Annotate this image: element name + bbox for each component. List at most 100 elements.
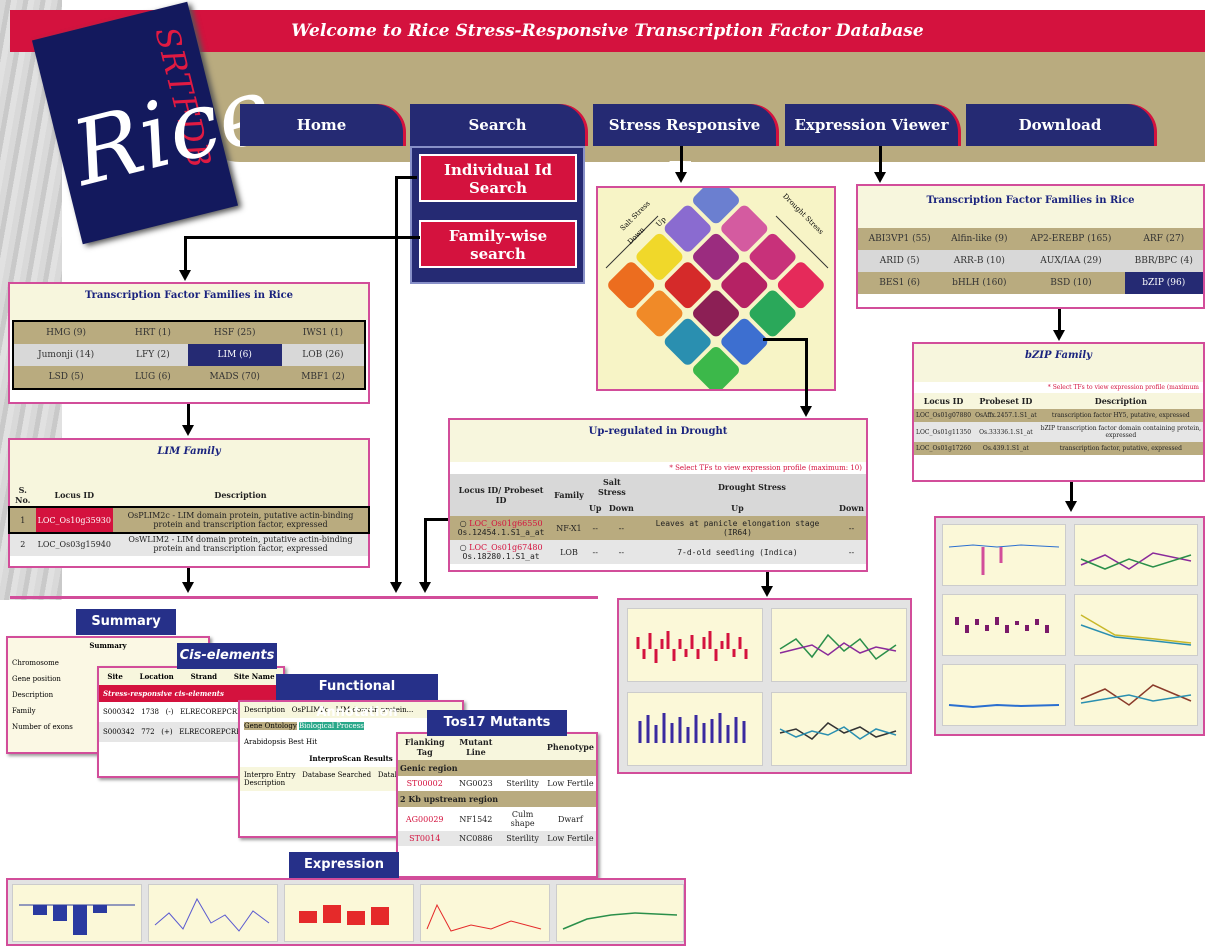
table-row[interactable]: LOC_Os01g07880 OsAffx.2457.1.S1_at transcr…	[914, 409, 1203, 422]
family-link[interactable]: ARR-B (10)	[941, 250, 1018, 272]
family-link[interactable]: BBR/BPC (4)	[1124, 250, 1203, 272]
table-row[interactable]: AG00029 NF1542 Culm shape Dwarf	[398, 807, 596, 831]
arrow-icon	[179, 270, 191, 281]
nav-stress-tfs[interactable]: Stress Responsive TFs	[593, 104, 776, 176]
bzip-title: bZIP Family	[914, 344, 1203, 382]
family-row: Jumonji (14) LFY (2) LIM (6) LOB (26)	[14, 344, 364, 366]
locus-link[interactable]: LOC_Os01g66550	[469, 519, 542, 528]
connector-line	[184, 236, 420, 239]
connector-line	[763, 338, 807, 341]
family-link[interactable]: AP2-EREBP (165)	[1017, 228, 1125, 250]
table-row[interactable]: 2 LOC_Os03g15940 OsWLIM2 - LIM domain pr…	[10, 532, 368, 556]
family-link[interactable]: bHLH (160)	[941, 272, 1018, 294]
tab-tos17-mutants[interactable]: Tos17 Mutants	[427, 710, 567, 736]
family-link[interactable]: LUG (6)	[118, 366, 188, 388]
mini-chart	[1074, 664, 1198, 726]
mini-chart	[771, 608, 907, 682]
expression-strip	[6, 878, 686, 946]
mini-chart	[942, 664, 1066, 726]
arrow-icon	[800, 406, 812, 417]
family-link[interactable]: Jumonji (14)	[14, 344, 119, 366]
connector-line	[395, 176, 398, 582]
lim-family-title: LIM Family	[10, 440, 368, 482]
nav-expression-viewer[interactable]: Expression Viewer	[785, 104, 958, 146]
family-link[interactable]: bZIP (96)	[1124, 272, 1203, 294]
family-link[interactable]: MBF1 (2)	[281, 366, 364, 388]
drought-title: Up-regulated in Drought	[450, 420, 866, 462]
table-row[interactable]: LOC_Os01g17260 Os.439.1.S1_at transcriptio…	[914, 442, 1203, 455]
family-link[interactable]: Alfin-like (9)	[941, 228, 1018, 250]
divider	[10, 596, 598, 599]
family-link[interactable]: AUX/IAA (29)	[1017, 250, 1125, 272]
connector-line	[1070, 482, 1073, 502]
table-row[interactable]: 1 LOC_Os10g35930 OsPLIM2c - LIM domain p…	[8, 506, 370, 534]
family-row: ABI3VP1 (55) Alfin-like (9) AP2-EREBP (165…	[858, 228, 1203, 250]
select-radio[interactable]: ○	[460, 519, 470, 528]
drought-note: * Select TFs to view expression profile …	[669, 464, 862, 472]
family-link[interactable]: LIM (6)	[187, 344, 282, 366]
mini-chart	[942, 594, 1066, 656]
family-link[interactable]: HMG (9)	[14, 322, 119, 344]
arrow-icon	[419, 582, 431, 593]
family-link[interactable]: BES1 (6)	[858, 272, 942, 294]
drought-panel: Up-regulated in Drought * Select TFs to …	[448, 418, 868, 572]
tab-cis-elements[interactable]: Cis-elements	[177, 643, 277, 669]
family-row: LSD (5) LUG (6) MADS (70) MBF1 (2)	[14, 366, 364, 388]
locus-link[interactable]: LOC_Os10g35930	[35, 508, 113, 532]
table-row[interactable]: ST00002 NG0023 Sterility Low Fertile	[398, 776, 596, 791]
family-link[interactable]: LSD (5)	[14, 366, 119, 388]
right-families-panel: Transcription Factor Families in Rice AB…	[856, 184, 1205, 309]
connector-line	[187, 568, 190, 582]
arrow-icon	[390, 582, 402, 593]
connector-line	[395, 176, 417, 179]
family-row: HMG (9) HRT (1) HSF (25) IWS1 (1)	[14, 322, 364, 344]
family-link[interactable]: MADS (70)	[187, 366, 282, 388]
right-families-table: ABI3VP1 (55) Alfin-like (9) AP2-EREBP (165…	[858, 228, 1203, 294]
select-radio[interactable]: ○	[460, 543, 470, 552]
table-row[interactable]: ○ LOC_Os01g66550 Os.12454.1.S1_a_at NF-X1…	[450, 516, 866, 540]
family-link[interactable]: HSF (25)	[187, 322, 282, 344]
arrow-icon	[761, 586, 773, 597]
individual-search-button[interactable]: Individual Id Search	[419, 154, 577, 202]
mini-chart	[627, 608, 763, 682]
table-row[interactable]: ○ LOC_Os01g67480 Os.18280.1.S1_at LOB -- --…	[450, 540, 866, 564]
lim-family-panel: LIM Family S. No. Locus ID Description 1 L…	[8, 438, 370, 568]
family-link[interactable]: IWS1 (1)	[281, 322, 364, 344]
mini-chart	[1074, 524, 1198, 586]
family-link[interactable]: BSD (10)	[1017, 272, 1125, 294]
connector-line	[424, 518, 448, 521]
connector-line	[187, 404, 190, 426]
tab-expression[interactable]: Expression	[289, 852, 399, 878]
mini-chart	[627, 692, 763, 766]
arrow-icon	[1065, 501, 1077, 512]
arrow-icon	[182, 582, 194, 593]
family-link[interactable]: HRT (1)	[118, 322, 188, 344]
family-link[interactable]: LFY (2)	[118, 344, 188, 366]
tab-summary[interactable]: Summary	[76, 609, 176, 635]
arrow-icon	[874, 172, 886, 183]
family-search-button[interactable]: Family-wise search	[419, 220, 577, 268]
mini-chart	[12, 884, 142, 942]
left-families-title: Transcription Factor Families in Rice	[10, 284, 368, 320]
nav-home[interactable]: Home	[240, 104, 403, 146]
drought-table: Locus ID/ Probeset ID Family Salt Stress…	[450, 474, 866, 564]
connector-line	[879, 146, 882, 172]
nav-search[interactable]: Search	[410, 104, 585, 146]
family-link[interactable]: ABI3VP1 (55)	[858, 228, 942, 250]
mini-chart	[1074, 594, 1198, 656]
right-families-title: Transcription Factor Families in Rice	[858, 186, 1203, 228]
mini-chart	[556, 884, 684, 942]
connector-line	[680, 146, 683, 172]
family-link[interactable]: LOB (26)	[281, 344, 364, 366]
lim-family-table: S. No. Locus ID Description 1 LOC_Os10g359…	[8, 482, 370, 556]
nav-download[interactable]: Download	[966, 104, 1154, 146]
locus-link[interactable]: LOC_Os01g67480	[469, 543, 542, 552]
tab-functional-annotation[interactable]: Functional Annotation	[276, 674, 438, 720]
locus-link[interactable]: LOC_Os03g15940	[36, 532, 113, 556]
mini-chart	[284, 884, 414, 942]
family-link[interactable]: ARID (5)	[858, 250, 942, 272]
family-link[interactable]: ARF (27)	[1124, 228, 1203, 250]
table-row[interactable]: LOC_Os01g11350 Os.33336.1.S1_at bZIP trans…	[914, 422, 1203, 442]
bzip-family-panel: bZIP Family * Select TFs to view express…	[912, 342, 1205, 482]
table-row[interactable]: ST0014 NC0886 Sterility Low Fertile	[398, 831, 596, 846]
